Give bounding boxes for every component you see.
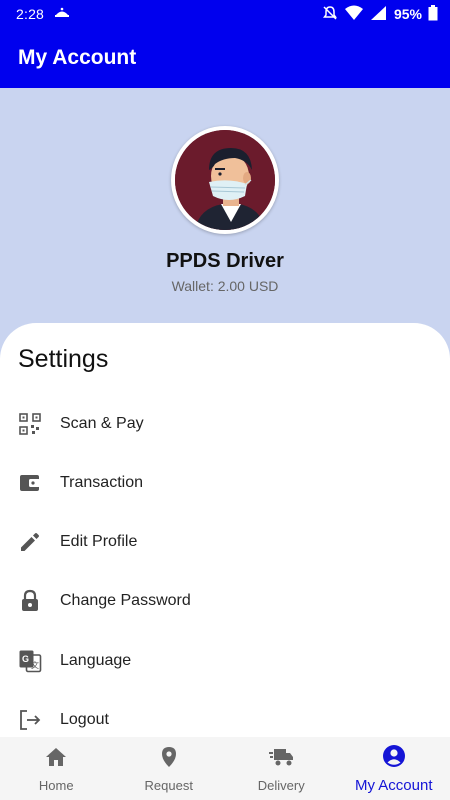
signal-icon [370, 5, 388, 24]
home-icon [44, 745, 68, 774]
truck-icon [268, 745, 294, 774]
svg-text:G: G [22, 654, 29, 664]
translate-icon: G 文 [18, 649, 42, 673]
profile-header: PPDS Driver Wallet: 2.00 USD [0, 88, 450, 358]
wifi-icon: x [344, 5, 364, 24]
menu-item-label: Edit Profile [60, 533, 138, 550]
battery-percent: 95% [393, 6, 422, 22]
lock-icon [18, 589, 42, 613]
pencil-icon [18, 530, 42, 554]
svg-text:x: x [358, 7, 361, 13]
nav-label: Home [38, 777, 74, 793]
location-pin-icon [157, 745, 181, 774]
menu-item-change-password[interactable]: Change Password [0, 576, 450, 626]
notifications-off-icon [322, 5, 338, 24]
menu-item-label: Scan & Pay [60, 415, 144, 432]
logout-icon [18, 708, 42, 732]
menu-item-label: Language [60, 652, 132, 669]
notification-icon [54, 6, 70, 23]
battery-icon [428, 4, 438, 24]
avatar[interactable] [171, 126, 279, 234]
status-time: 2:28 [16, 6, 45, 22]
nav-item-delivery[interactable]: Delivery [225, 737, 338, 800]
bottom-navigation: Home Request Delivery My Account [0, 737, 450, 800]
app-bar: My Account [0, 28, 450, 88]
nav-label: Delivery [257, 777, 305, 793]
menu-item-edit-profile[interactable]: Edit Profile [0, 517, 450, 567]
nav-label: My Account [354, 776, 433, 794]
menu-item-scan-pay[interactable]: Scan & Pay [0, 399, 450, 449]
menu-item-language[interactable]: G 文 Language [0, 636, 450, 686]
profile-name: PPDS Driver [166, 250, 284, 272]
menu-item-label: Logout [60, 711, 109, 728]
avatar-image [175, 130, 275, 230]
nav-item-home[interactable]: Home [0, 737, 113, 800]
nav-label: Request [144, 777, 193, 793]
menu-item-transaction[interactable]: Transaction [0, 458, 450, 508]
qr-code-icon [18, 412, 42, 436]
page-title: My Account [18, 46, 137, 69]
wallet-balance: Wallet: 2.00 USD [171, 278, 279, 294]
account-circle-icon [382, 744, 406, 773]
status-bar: 2:28 x 95% [0, 0, 450, 28]
nav-item-my-account[interactable]: My Account [338, 737, 450, 800]
menu-item-label: Transaction [60, 474, 143, 491]
nav-item-request[interactable]: Request [113, 737, 226, 800]
settings-card: Settings Scan & Pay Transaction Edit Pro… [0, 323, 450, 743]
svg-text:文: 文 [31, 660, 39, 670]
settings-title: Settings [18, 345, 109, 373]
menu-item-label: Change Password [60, 592, 191, 609]
wallet-icon [18, 471, 42, 495]
